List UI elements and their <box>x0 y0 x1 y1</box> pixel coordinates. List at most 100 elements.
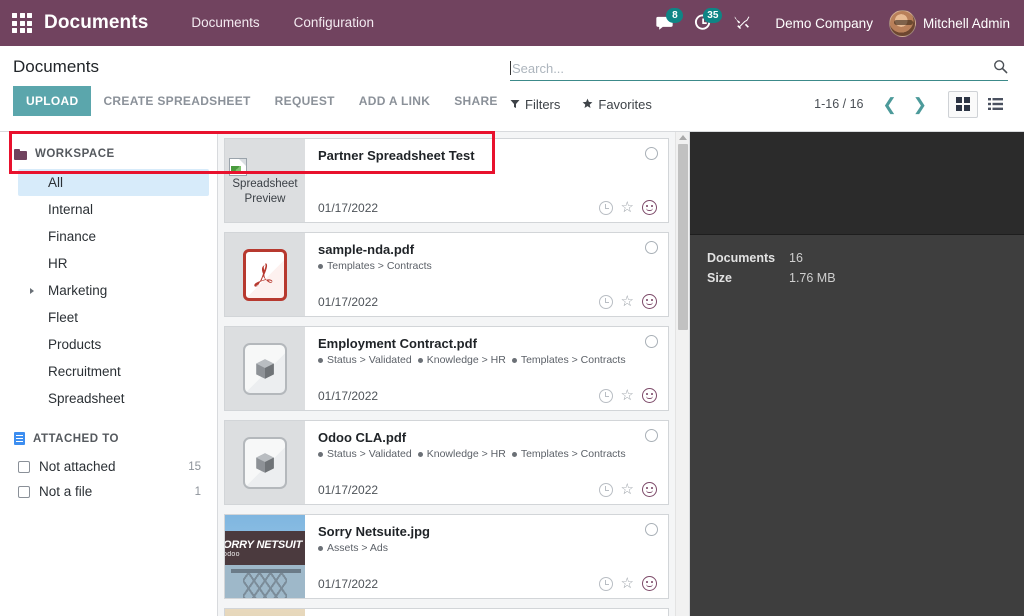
clock-icon[interactable] <box>598 200 613 215</box>
sidebar-section-workspace: WORKSPACE <box>0 144 217 169</box>
sidebar-item-all[interactable]: All <box>18 169 209 196</box>
sidebar-item-recruitment[interactable]: Recruitment <box>18 358 209 385</box>
filter-not-attached[interactable]: Not attached 15 <box>0 454 217 479</box>
checkbox-icon[interactable] <box>18 460 30 473</box>
document-card-body: Partner Spreadsheet Test 01/17/2022 ☆ <box>305 139 668 222</box>
checkbox-icon[interactable] <box>18 485 30 498</box>
document-tag[interactable]: Status > Validated <box>318 448 412 460</box>
document-tag[interactable]: Status > Validated <box>318 354 412 366</box>
request-button[interactable]: REQUEST <box>263 86 347 116</box>
favorites-dropdown[interactable]: Favorites <box>582 96 652 112</box>
tag-dot-icon <box>417 357 423 363</box>
sidebar-item-products[interactable]: Products <box>18 331 209 358</box>
document-tag[interactable]: Assets > Ads <box>318 542 388 554</box>
user-menu[interactable]: Mitchell Admin <box>885 9 1010 37</box>
owner-avatar-icon[interactable] <box>642 388 657 403</box>
star-icon[interactable]: ☆ <box>621 576 634 591</box>
sidebar-item-internal[interactable]: Internal <box>18 196 209 223</box>
search-bar[interactable] <box>510 56 1008 81</box>
sidebar-item-hr[interactable]: HR <box>18 250 209 277</box>
navbar-menu: Documents Configuration <box>174 0 391 46</box>
document-thumbnail[interactable] <box>225 609 305 616</box>
owner-avatar-icon[interactable] <box>642 200 657 215</box>
document-actions: ☆ <box>598 482 657 497</box>
documents-list: Spreadsheet Preview Partner Spreadsheet … <box>218 132 689 616</box>
document-card[interactable]: Employment Contract.pdf Status > Validat… <box>224 326 669 411</box>
document-card[interactable] <box>224 608 669 616</box>
scrollbar-thumb[interactable] <box>678 144 688 330</box>
owner-avatar-icon[interactable] <box>642 482 657 497</box>
sidebar-item-label: Recruitment <box>48 364 121 379</box>
chevron-right-icon[interactable]: ❯ <box>906 96 934 113</box>
tag-label: Knowledge > HR <box>426 354 506 366</box>
action-button-group: UPLOAD CREATE SPREADSHEET REQUEST ADD A … <box>13 86 500 116</box>
document-tag[interactable]: Templates > Contracts <box>318 260 432 272</box>
document-tag[interactable]: Knowledge > HR <box>417 448 506 460</box>
star-icon[interactable]: ☆ <box>621 200 634 215</box>
document-card[interactable]: Spreadsheet Preview Partner Spreadsheet … <box>224 138 669 223</box>
star-icon[interactable]: ☆ <box>621 482 634 497</box>
document-thumbnail[interactable]: Spreadsheet Preview <box>225 139 305 222</box>
tag-dot-icon <box>318 545 323 551</box>
document-card[interactable]: Odoo CLA.pdf Status > Validated Knowledg… <box>224 420 669 505</box>
generic-file-box-icon <box>243 342 287 395</box>
sidebar-item-fleet[interactable]: Fleet <box>18 304 209 331</box>
favorites-label: Favorites <box>598 96 652 112</box>
nav-item-documents[interactable]: Documents <box>174 0 276 46</box>
sidebar-item-spreadsheet[interactable]: Spreadsheet <box>18 385 209 412</box>
filter-not-a-file[interactable]: Not a file 1 <box>0 479 217 504</box>
folder-icon <box>14 148 27 160</box>
company-selector[interactable]: Demo Company <box>761 16 885 31</box>
select-document-circle[interactable] <box>645 241 658 254</box>
chevron-left-icon[interactable]: ❮ <box>876 96 904 113</box>
sidebar-item-label: Marketing <box>48 283 108 298</box>
create-spreadsheet-button[interactable]: CREATE SPREADSHEET <box>91 86 262 116</box>
clock-icon[interactable] <box>598 482 613 497</box>
broken-image-placeholder: Spreadsheet Preview <box>225 154 305 207</box>
list-view-button[interactable] <box>980 91 1010 118</box>
clock-icon[interactable] <box>598 388 613 403</box>
tag-dot-icon <box>511 357 517 363</box>
star-icon[interactable]: ☆ <box>621 388 634 403</box>
sidebar-item-label: Products <box>48 337 102 352</box>
document-title: Sorry Netsuite.jpg <box>318 524 430 539</box>
document-tag[interactable]: Templates > Contracts <box>511 448 626 460</box>
select-document-circle[interactable] <box>645 335 658 348</box>
document-thumbnail[interactable] <box>225 421 305 504</box>
document-thumbnail[interactable]: ORRY NETSUIT odoo <box>225 515 305 598</box>
pager: 1-16 / 16 ❮ ❯ <box>814 96 934 113</box>
nav-item-configuration[interactable]: Configuration <box>277 0 391 46</box>
search-input[interactable] <box>512 60 987 76</box>
inspector-documents-label: Documents <box>707 251 776 265</box>
add-a-link-button[interactable]: ADD A LINK <box>347 86 442 116</box>
document-icon <box>14 432 25 445</box>
document-thumbnail[interactable] <box>225 327 305 410</box>
document-tag[interactable]: Templates > Contracts <box>511 354 626 366</box>
owner-avatar-icon[interactable] <box>642 576 657 591</box>
owner-avatar-icon[interactable] <box>642 294 657 309</box>
star-icon[interactable]: ☆ <box>621 294 634 309</box>
kanban-scrollbar[interactable] <box>675 132 689 616</box>
select-document-circle[interactable] <box>645 429 658 442</box>
clock-icon[interactable] <box>598 294 613 309</box>
document-card[interactable]: ORRY NETSUIT odoo Sorry Netsuite.jpg <box>224 514 669 599</box>
search-icon[interactable] <box>987 59 1008 78</box>
document-thumbnail[interactable] <box>225 233 305 316</box>
chevron-right-icon[interactable] <box>30 287 34 294</box>
activities-button[interactable]: 35 <box>684 0 723 46</box>
select-document-circle[interactable] <box>645 147 658 160</box>
upload-button[interactable]: UPLOAD <box>13 86 92 116</box>
sidebar-item-marketing[interactable]: Marketing <box>18 277 209 304</box>
sidebar-item-finance[interactable]: Finance <box>18 223 209 250</box>
scroll-up-icon[interactable] <box>679 135 687 140</box>
filters-dropdown[interactable]: Filters <box>510 97 560 112</box>
apps-menu-button[interactable] <box>0 0 44 46</box>
select-document-circle[interactable] <box>645 523 658 536</box>
debug-tools-button[interactable] <box>723 0 761 46</box>
clock-icon[interactable] <box>598 576 613 591</box>
document-card[interactable]: sample-nda.pdf Templates > Contracts 01/… <box>224 232 669 317</box>
tag-dot-icon <box>511 451 517 457</box>
document-tag[interactable]: Knowledge > HR <box>417 354 506 366</box>
kanban-view-button[interactable] <box>948 90 978 118</box>
messages-button[interactable]: 8 <box>645 0 684 46</box>
